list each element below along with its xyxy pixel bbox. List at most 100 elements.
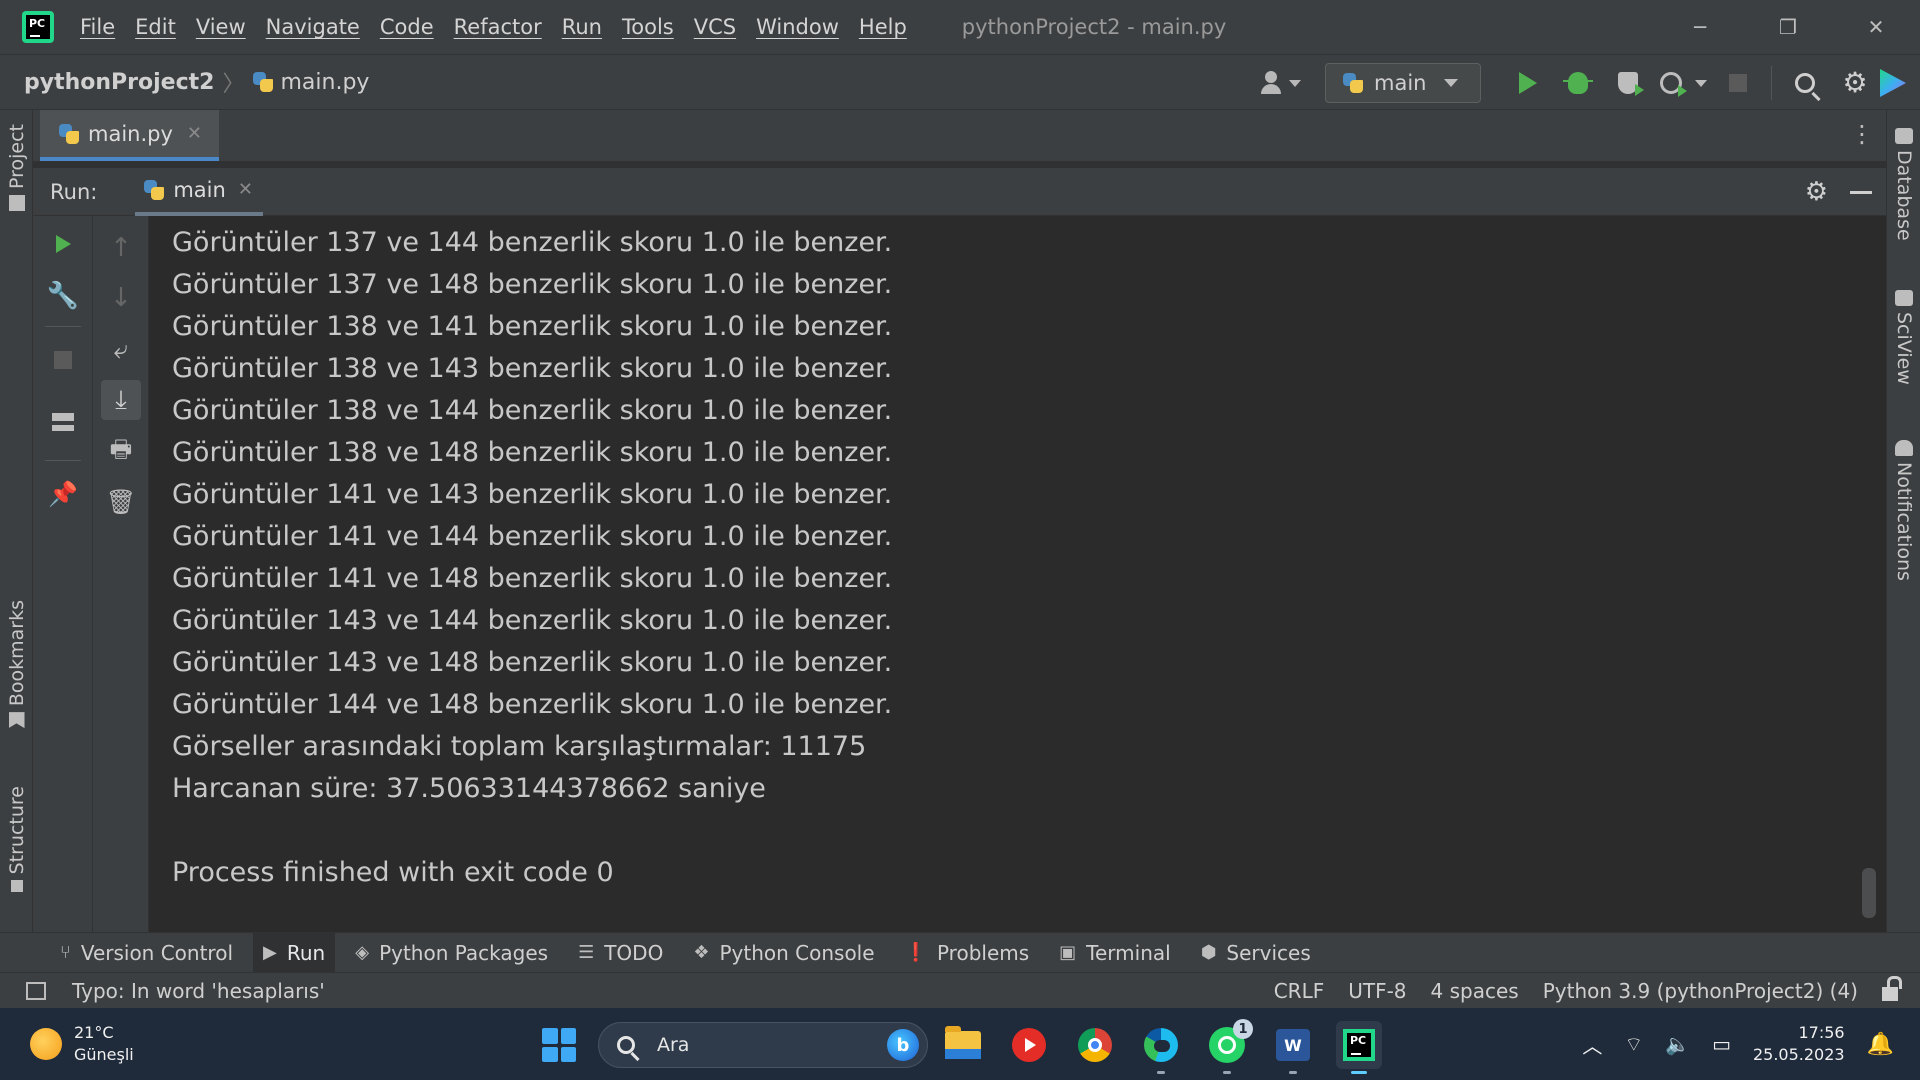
console-scrollbar[interactable] (1862, 868, 1876, 918)
jetbrains-logo-icon[interactable] (1880, 69, 1906, 97)
lock-icon[interactable] (1882, 976, 1902, 1001)
stop-run-button[interactable] (43, 340, 83, 380)
menu-help[interactable]: Help (859, 15, 907, 39)
search-everywhere-button[interactable] (1780, 63, 1830, 103)
tool-tab-notifications[interactable]: Notifications (1887, 440, 1920, 581)
close-icon[interactable]: ✕ (187, 123, 202, 144)
tool-tab-project-label: Project (5, 124, 28, 190)
menu-run[interactable]: Run (562, 15, 602, 39)
status-message[interactable]: Typo: In word 'hesaplarıs' (72, 979, 325, 1003)
gear-icon[interactable]: ⚙ (1805, 179, 1828, 205)
python-file-icon (252, 71, 274, 93)
weather-widget[interactable]: 21°C Güneşli (30, 1022, 134, 1066)
tool-run[interactable]: ▶ Run (253, 932, 336, 973)
hide-icon[interactable] (1850, 190, 1872, 194)
window-title: pythonProject2 - main.py (961, 15, 1227, 39)
volume-icon[interactable]: 🔈 (1665, 1032, 1690, 1056)
tool-tab-sciview[interactable]: SciView (1887, 290, 1920, 385)
more-options-icon[interactable]: ⋮ (1850, 122, 1874, 146)
menu-tools[interactable]: Tools (622, 15, 674, 39)
taskbar-chrome[interactable] (1072, 1022, 1118, 1068)
stop-icon (54, 351, 72, 369)
console-exit-line: Process finished with exit code 0 (172, 857, 614, 888)
tool-python-console[interactable]: ❖ Python Console (693, 933, 874, 973)
tool-services-label: Services (1226, 940, 1311, 965)
taskbar-youtube[interactable] (1006, 1022, 1052, 1068)
menu-file[interactable]: File (80, 15, 115, 39)
restore-button[interactable]: ❐ (1744, 0, 1832, 54)
rerun-button[interactable] (43, 224, 83, 264)
taskbar-word[interactable]: W (1270, 1022, 1316, 1074)
console-elapsed-line: Harcanan süre: 37.50633144378662 saniye (172, 773, 766, 804)
editor-tab-main-py[interactable]: main.py ✕ (40, 110, 219, 161)
taskbar-pycharm[interactable]: PC (1336, 1021, 1382, 1074)
tool-todo[interactable]: ☰ TODO (578, 933, 663, 973)
edit-config-button[interactable]: 🔧 (43, 276, 83, 316)
soft-wrap-button[interactable]: ⤶ (101, 330, 141, 370)
taskbar-whatsapp[interactable]: 1 (1204, 1019, 1253, 1074)
start-button[interactable] (542, 1028, 576, 1062)
menu-view[interactable]: View (196, 15, 246, 39)
breadcrumb-project[interactable]: pythonProject2 (24, 70, 214, 95)
line-separator-widget[interactable]: CRLF (1274, 979, 1325, 1003)
run-tab-main[interactable]: main ✕ (135, 168, 263, 216)
close-icon[interactable]: ✕ (238, 179, 253, 200)
debug-button[interactable] (1553, 63, 1603, 103)
menu-vcs[interactable]: VCS (694, 15, 736, 39)
breadcrumb-file[interactable]: main.py (280, 70, 369, 95)
print-button[interactable]: 🖶 (101, 432, 141, 472)
run-config-dropdown[interactable]: main (1325, 63, 1481, 103)
bing-icon[interactable]: b (887, 1029, 919, 1061)
settings-button[interactable]: ⚙ (1830, 63, 1880, 103)
battery-icon[interactable]: ▭ (1712, 1032, 1731, 1056)
run-window-header: Run: main ✕ ⚙ (33, 162, 1886, 216)
notification-bell-icon[interactable]: 🔔 (1867, 1032, 1894, 1057)
menu-refactor[interactable]: Refactor (454, 15, 542, 39)
interpreter-widget[interactable]: Python 3.9 (pythonProject2) (4) (1543, 979, 1858, 1003)
console-output[interactable]: Görüntüler 137 ve 144 benzerlik skoru 1.… (149, 216, 1886, 932)
scroll-to-end-button[interactable]: ⤓ (101, 380, 141, 420)
pin-tab-button[interactable]: 📌 (43, 474, 83, 514)
tool-services[interactable]: ⬢ Services (1201, 933, 1311, 973)
tool-terminal[interactable]: ▣ Terminal (1059, 933, 1171, 973)
tool-tab-project[interactable]: Project (0, 124, 33, 212)
tool-problems[interactable]: ❗ Problems (905, 933, 1030, 973)
tool-tab-database[interactable]: Database (1887, 128, 1920, 241)
more-run-options-button[interactable] (1689, 63, 1713, 103)
user-icon[interactable] (1259, 68, 1305, 98)
minimize-button[interactable]: ─ (1656, 0, 1744, 54)
encoding-widget[interactable]: UTF-8 (1348, 979, 1406, 1003)
folder-icon (8, 195, 25, 212)
chevron-up-icon[interactable]: ︿ (1582, 1030, 1602, 1059)
clear-all-button[interactable]: 🗑 (101, 482, 141, 522)
tool-version-control-label: Version Control (80, 940, 234, 965)
taskbar-edge[interactable] (1138, 1022, 1184, 1074)
next-occurrence-button[interactable]: ↓ (101, 278, 141, 318)
tool-tab-structure[interactable]: Structure (0, 786, 33, 893)
tool-version-control[interactable]: ⑂ Version Control (60, 933, 233, 973)
menu-navigate[interactable]: Navigate (266, 15, 360, 39)
menu-edit[interactable]: Edit (135, 15, 176, 39)
run-button[interactable] (1503, 63, 1553, 103)
menu-code[interactable]: Code (380, 15, 434, 39)
menu-window[interactable]: Window (756, 15, 839, 39)
system-clock[interactable]: 17:56 25.05.2023 (1753, 1022, 1845, 1066)
indent-widget[interactable]: 4 spaces (1431, 979, 1519, 1003)
profile-button[interactable] (1653, 63, 1689, 103)
stop-button[interactable] (1713, 63, 1763, 103)
tool-tab-bookmarks[interactable]: Bookmarks (0, 600, 33, 729)
wifi-icon[interactable]: ⌔ (1624, 1032, 1643, 1057)
previous-occurrence-button[interactable]: ↑ (101, 228, 141, 268)
taskbar-file-explorer[interactable] (940, 1022, 986, 1068)
layout-button[interactable] (43, 402, 83, 442)
pycharm-logo-icon[interactable]: PC (22, 11, 54, 43)
coverage-button[interactable] (1603, 63, 1653, 103)
bug-icon (1563, 72, 1593, 94)
scroll-to-end-icon: ⤓ (115, 384, 127, 415)
strip-divider (45, 460, 81, 461)
tool-python-packages[interactable]: ◈ Python Packages (355, 933, 548, 973)
taskbar-search[interactable]: Ara b (598, 1022, 928, 1068)
toggle-tool-windows-icon[interactable] (26, 981, 46, 1000)
close-window-button[interactable]: ✕ (1832, 0, 1920, 54)
stop-icon (1729, 74, 1747, 92)
